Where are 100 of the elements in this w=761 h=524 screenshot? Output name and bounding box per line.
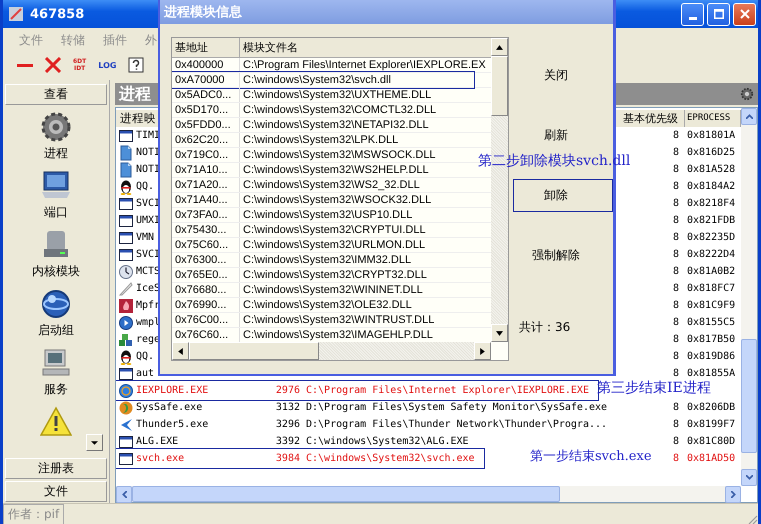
module-base[interactable]: 0xA70000 [175, 74, 225, 86]
dialog-button[interactable]: 卸除 [513, 179, 613, 212]
sidebar-item[interactable]: 内核模块 [32, 264, 80, 279]
module-base[interactable]: 0x75C60... [175, 238, 228, 252]
help-icon[interactable] [128, 57, 144, 73]
module-base[interactable]: 0x76680... [175, 284, 226, 296]
module-base[interactable]: 0x62C20... [175, 134, 228, 146]
vertical-scrollbar[interactable] [491, 38, 508, 342]
module-base[interactable]: 0x5ADC0... [175, 88, 232, 102]
process-name[interactable]: NOTI [136, 164, 160, 175]
module-base[interactable]: 0x76C00... [175, 314, 228, 326]
sidebar-tab[interactable]: 查看 [5, 84, 107, 105]
module-file[interactable]: C:\windows\System32\URLMON.DLL [243, 238, 426, 250]
process-name[interactable]: SysSafe.exe [136, 402, 202, 413]
globe-icon[interactable] [40, 288, 72, 320]
dialog-button[interactable]: 刷新 [513, 119, 613, 152]
process-name[interactable]: IEXPLORE.EXE [136, 385, 208, 396]
module-file[interactable]: C:\Program Files\Internet Explorer\IEXPLORE.EX [243, 58, 486, 70]
module-base[interactable]: 0x73FA0... [175, 208, 228, 222]
close-button[interactable] [733, 2, 756, 26]
process-name[interactable]: Mpfr [136, 300, 160, 311]
minimize-button[interactable] [681, 2, 704, 26]
module-file[interactable]: C:\windows\System32\WS2HELP.DLL [243, 164, 429, 176]
process-name[interactable]: wmpl [136, 317, 160, 328]
module-base[interactable]: 0x76300... [175, 254, 226, 266]
process-name[interactable]: QQ. [136, 181, 154, 192]
column-header[interactable]: 进程映 [120, 111, 156, 125]
module-file[interactable]: C:\windows\System32\WININET.DLL [243, 284, 423, 296]
module-file[interactable]: C:\windows\System32\COMCTL32.DLL [243, 104, 436, 116]
gear-icon[interactable] [40, 111, 72, 143]
module-base[interactable]: 0x71A40... [175, 194, 228, 206]
process-name[interactable]: ALG.EXE [136, 436, 178, 447]
dialog-button[interactable]: 强制解除 [513, 239, 613, 272]
column-header[interactable]: EPROCESS [687, 113, 730, 123]
horizontal-scrollbar[interactable] [116, 486, 741, 502]
module-file[interactable]: C:\windows\System32\WINTRUST.DLL [243, 314, 434, 326]
module-base[interactable]: 0x71A20... [175, 178, 228, 192]
sidebar-tab[interactable]: 文件 [5, 481, 107, 502]
minimize-icon [688, 16, 696, 20]
module-base[interactable]: 0x76C60... [175, 328, 228, 342]
process-name[interactable]: SVCI [136, 198, 160, 209]
module-file[interactable]: C:\windows\System32\NETAPI32.DLL [243, 118, 429, 130]
module-file[interactable]: C:\windows\System32\OLE32.DLL [243, 298, 412, 310]
module-file[interactable]: C:\windows\System32\svch.dll [243, 74, 391, 86]
module-file[interactable]: C:\windows\System32\LPK.DLL [243, 134, 398, 146]
toolbar-button[interactable]: LOG [98, 60, 116, 70]
maximize-button[interactable] [707, 2, 730, 26]
module-base[interactable]: 0x5FDD0... [175, 118, 231, 132]
module-file[interactable]: C:\windows\System32\CRYPTUI.DLL [243, 224, 426, 236]
sidebar-item[interactable]: 启动组 [38, 323, 74, 338]
process-name[interactable]: Thunder5.exe [136, 419, 208, 430]
eprocess-cell: 0x819D86 [687, 351, 736, 362]
priority-cell: 8 [672, 317, 679, 328]
scroll-thumb[interactable] [132, 486, 560, 502]
horizontal-scrollbar[interactable] [172, 342, 491, 360]
process-name[interactable]: TIMI [136, 130, 160, 141]
process-name[interactable]: VMN [136, 232, 154, 243]
priority-cell: 8 [672, 232, 679, 243]
module-base[interactable]: 0x75430... [175, 224, 226, 236]
column-header[interactable]: 基地址 [175, 41, 208, 54]
sidebar-item[interactable]: 服务 [44, 382, 68, 397]
process-name[interactable]: SVCI [136, 249, 160, 260]
vertical-scrollbar[interactable] [741, 108, 757, 486]
module-file[interactable]: C:\windows\System32\WSOCK32.DLL [243, 194, 432, 206]
scroll-thumb[interactable] [741, 339, 757, 453]
cross-icon[interactable] [45, 57, 61, 73]
process-name[interactable]: aut [136, 368, 154, 379]
dropdown-button[interactable] [86, 434, 103, 451]
column-header[interactable]: 基本优先级 [623, 112, 678, 125]
process-name[interactable]: svch.exe [136, 453, 184, 464]
process-name[interactable]: QQ. [136, 351, 154, 362]
module-file[interactable]: C:\windows\System32\IMM32.DLL [243, 254, 412, 266]
module-file[interactable]: C:\windows\System32\WS2_32.DLL [243, 178, 420, 190]
dialog-button[interactable]: 关闭 [513, 59, 613, 92]
sidebar-item[interactable]: 端口 [44, 205, 68, 220]
module-base[interactable]: 0x5D170... [175, 104, 228, 116]
module-base[interactable]: 0x76990... [175, 298, 226, 312]
module-file[interactable]: C:\windows\System32\MSWSOCK.DLL [243, 148, 436, 160]
eprocess-cell: 0x821FDB [687, 215, 736, 226]
module-file[interactable]: C:\windows\System32\UXTHEME.DLL [243, 88, 432, 100]
panel-title: 进程 [119, 84, 151, 104]
eprocess-cell: 0x817B50 [687, 334, 736, 345]
minus-icon[interactable] [17, 64, 33, 66]
process-name[interactable]: NOTI [136, 147, 160, 158]
priority-cell: 8 [672, 436, 679, 447]
module-file[interactable]: C:\windows\System32\IMAGEHLP.DLL [243, 328, 433, 340]
process-name[interactable]: UMXI [136, 215, 160, 226]
sidebar-tab[interactable]: 注册表 [5, 458, 107, 479]
gear-icon[interactable] [740, 87, 754, 101]
priority-cell: 8 [672, 453, 679, 464]
warning-icon[interactable] [40, 406, 72, 438]
module-base[interactable]: 0x719C0... [175, 148, 228, 162]
module-base[interactable]: 0x765E0... [175, 268, 228, 282]
module-base[interactable]: 0x71A10... [175, 164, 228, 176]
module-file[interactable]: C:\windows\System32\CRYPT32.DLL [243, 268, 427, 280]
sidebar-item[interactable]: 进程 [44, 146, 68, 161]
column-header[interactable]: 模块文件名 [243, 41, 298, 54]
priority-cell: 8 [672, 130, 679, 141]
module-file[interactable]: C:\windows\System32\USP10.DLL [243, 208, 412, 220]
module-base[interactable]: 0x400000 [175, 58, 224, 72]
